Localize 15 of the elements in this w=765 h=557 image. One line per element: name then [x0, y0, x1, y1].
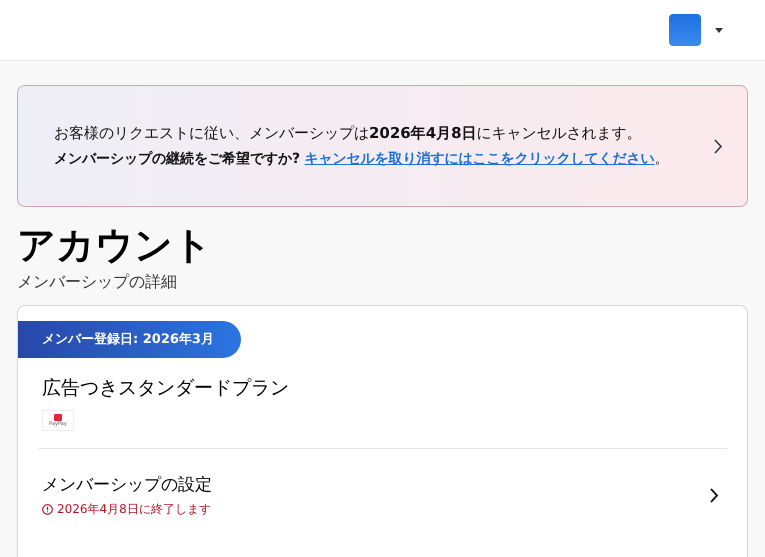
membership-settings-row[interactable]: メンバーシップの設定 2026年4月8日に終了します — [18, 449, 747, 518]
settings-title: メンバーシップの設定 — [42, 474, 212, 497]
undo-cancel-link[interactable]: キャンセルを取り消すにはここをクリックしてください — [304, 151, 655, 167]
caret-icon[interactable] — [715, 28, 723, 32]
banner-text: お客様のリクエストに従い、メンバーシップは2026年4月8日にキャンセルされます。 — [54, 123, 643, 144]
plan-name: 広告つきスタンダードプラン — [42, 376, 290, 401]
chevron-right-icon[interactable] — [714, 138, 723, 154]
wallet-icon — [54, 414, 62, 421]
page-title: アカウント — [17, 222, 213, 269]
banner-question: メンバーシップの継続をご希望ですか? キャンセルを取り消すにはここをクリックしてください。 — [54, 150, 670, 169]
member-since-badge: メンバー登録日: 2026年3月 — [18, 321, 241, 358]
end-date-notice: 2026年4月8日に終了します — [57, 501, 211, 518]
page-subtitle: メンバーシップの詳細 — [17, 271, 178, 293]
alert-icon — [42, 504, 53, 514]
chevron-right-icon[interactable] — [710, 488, 719, 503]
